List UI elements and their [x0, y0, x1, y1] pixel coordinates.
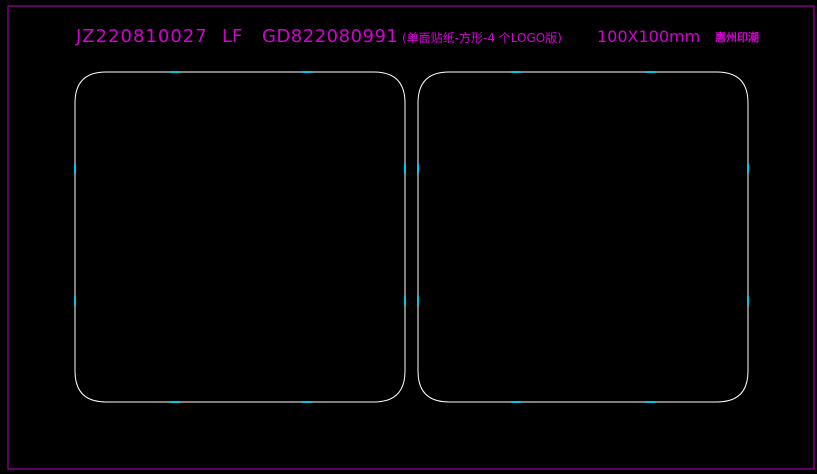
cad-drawing-canvas: JZ220810027 LF GD822080991 (单面贴纸-方形-4 个L…	[0, 0, 817, 474]
title-type-code: LF	[222, 26, 242, 47]
right-outline-path	[417, 71, 749, 403]
drawing-frame	[7, 5, 815, 470]
left-outline-path	[74, 71, 406, 403]
title-part-code: GD822080991	[262, 26, 398, 47]
title-size: 100X100mm	[597, 27, 700, 46]
right-label-outline	[417, 71, 749, 403]
title-company: 惠州印潮	[715, 30, 759, 44]
title-description: (单面贴纸-方形-4 个LOGO版)	[402, 30, 562, 45]
left-label-outline	[74, 71, 406, 403]
title-job-code: JZ220810027	[75, 26, 208, 47]
